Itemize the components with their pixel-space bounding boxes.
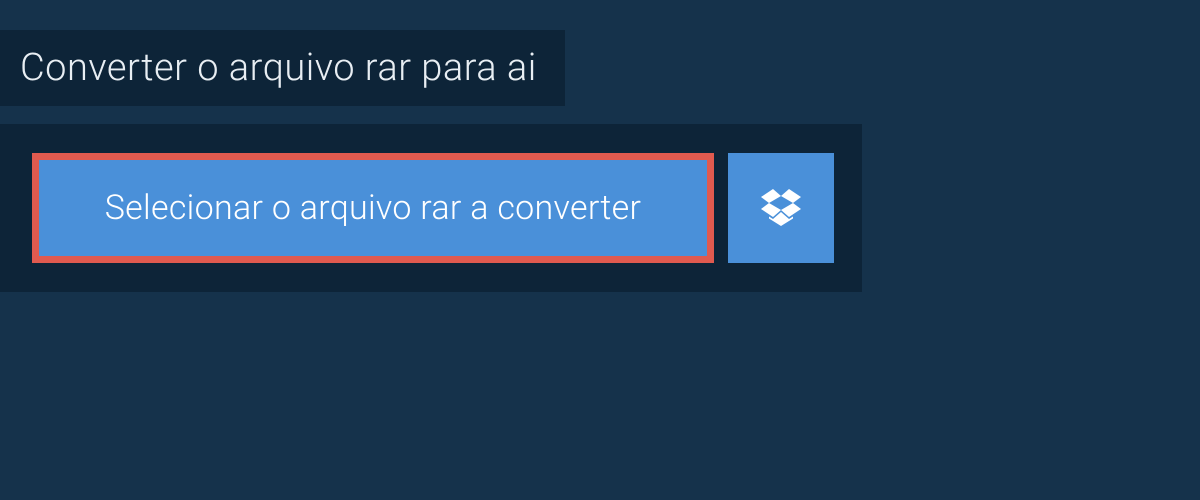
file-select-panel: Selecionar o arquivo rar a converter: [0, 124, 862, 292]
select-file-button[interactable]: Selecionar o arquivo rar a converter: [32, 153, 714, 263]
select-file-label: Selecionar o arquivo rar a converter: [105, 188, 642, 228]
page-title: Converter o arquivo rar para ai: [20, 46, 537, 90]
title-bar: Converter o arquivo rar para ai: [0, 30, 565, 106]
dropbox-button[interactable]: [728, 153, 834, 263]
dropbox-icon: [761, 189, 801, 227]
